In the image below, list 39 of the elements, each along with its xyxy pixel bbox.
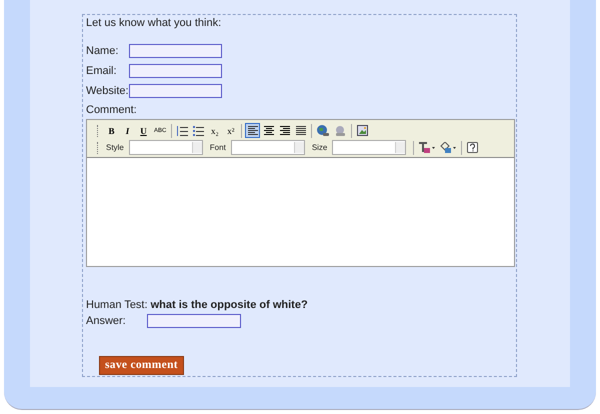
toolbar-button[interactable] <box>261 123 276 138</box>
toolbar-button[interactable] <box>277 123 292 138</box>
toolbar-button[interactable] <box>245 123 260 138</box>
field-label: Email: <box>86 65 118 77</box>
help-button[interactable] <box>465 140 480 155</box>
subscript-button[interactable]: x₂ <box>207 123 222 138</box>
human-test-question: Human Test: what is the opposite of white? <box>86 299 309 311</box>
underline-button[interactable]: U <box>136 123 151 138</box>
align-center-icon <box>264 126 274 135</box>
input-field[interactable] <box>129 64 222 78</box>
toolbar-button[interactable] <box>355 123 370 138</box>
image-icon <box>357 125 368 136</box>
field-label: Name: <box>86 45 120 57</box>
select-label: Size <box>312 143 328 152</box>
justify-icon <box>296 126 306 135</box>
select-label: Font <box>210 143 226 152</box>
intro-text: Let us know what you think: <box>86 17 222 29</box>
comment-label: Comment: <box>86 104 138 116</box>
italic-button[interactable]: I <box>120 123 135 138</box>
bullet-list-icon <box>193 126 204 136</box>
toolbar-button[interactable] <box>191 123 206 138</box>
bold-button[interactable]: B <box>104 123 119 138</box>
numbered-list-icon <box>177 126 188 136</box>
input-field[interactable] <box>129 44 222 58</box>
globe-icon <box>317 124 330 136</box>
unlink-icon <box>334 124 346 136</box>
highlight-color-button[interactable] <box>438 140 458 155</box>
toolbar-button[interactable] <box>293 123 308 138</box>
superscript-button[interactable]: x² <box>223 123 238 138</box>
toolbar-button[interactable] <box>175 123 190 138</box>
align-right-icon <box>280 126 290 135</box>
save-comment-button[interactable]: save comment <box>99 356 184 375</box>
text-color-button[interactable] <box>417 140 438 155</box>
field-label: Website: <box>86 85 129 97</box>
answer-field[interactable] <box>147 314 241 328</box>
align-left-icon <box>248 126 258 135</box>
select-label: Style <box>106 143 124 152</box>
input-field[interactable] <box>129 84 222 98</box>
answer-label: Answer: <box>86 315 127 327</box>
